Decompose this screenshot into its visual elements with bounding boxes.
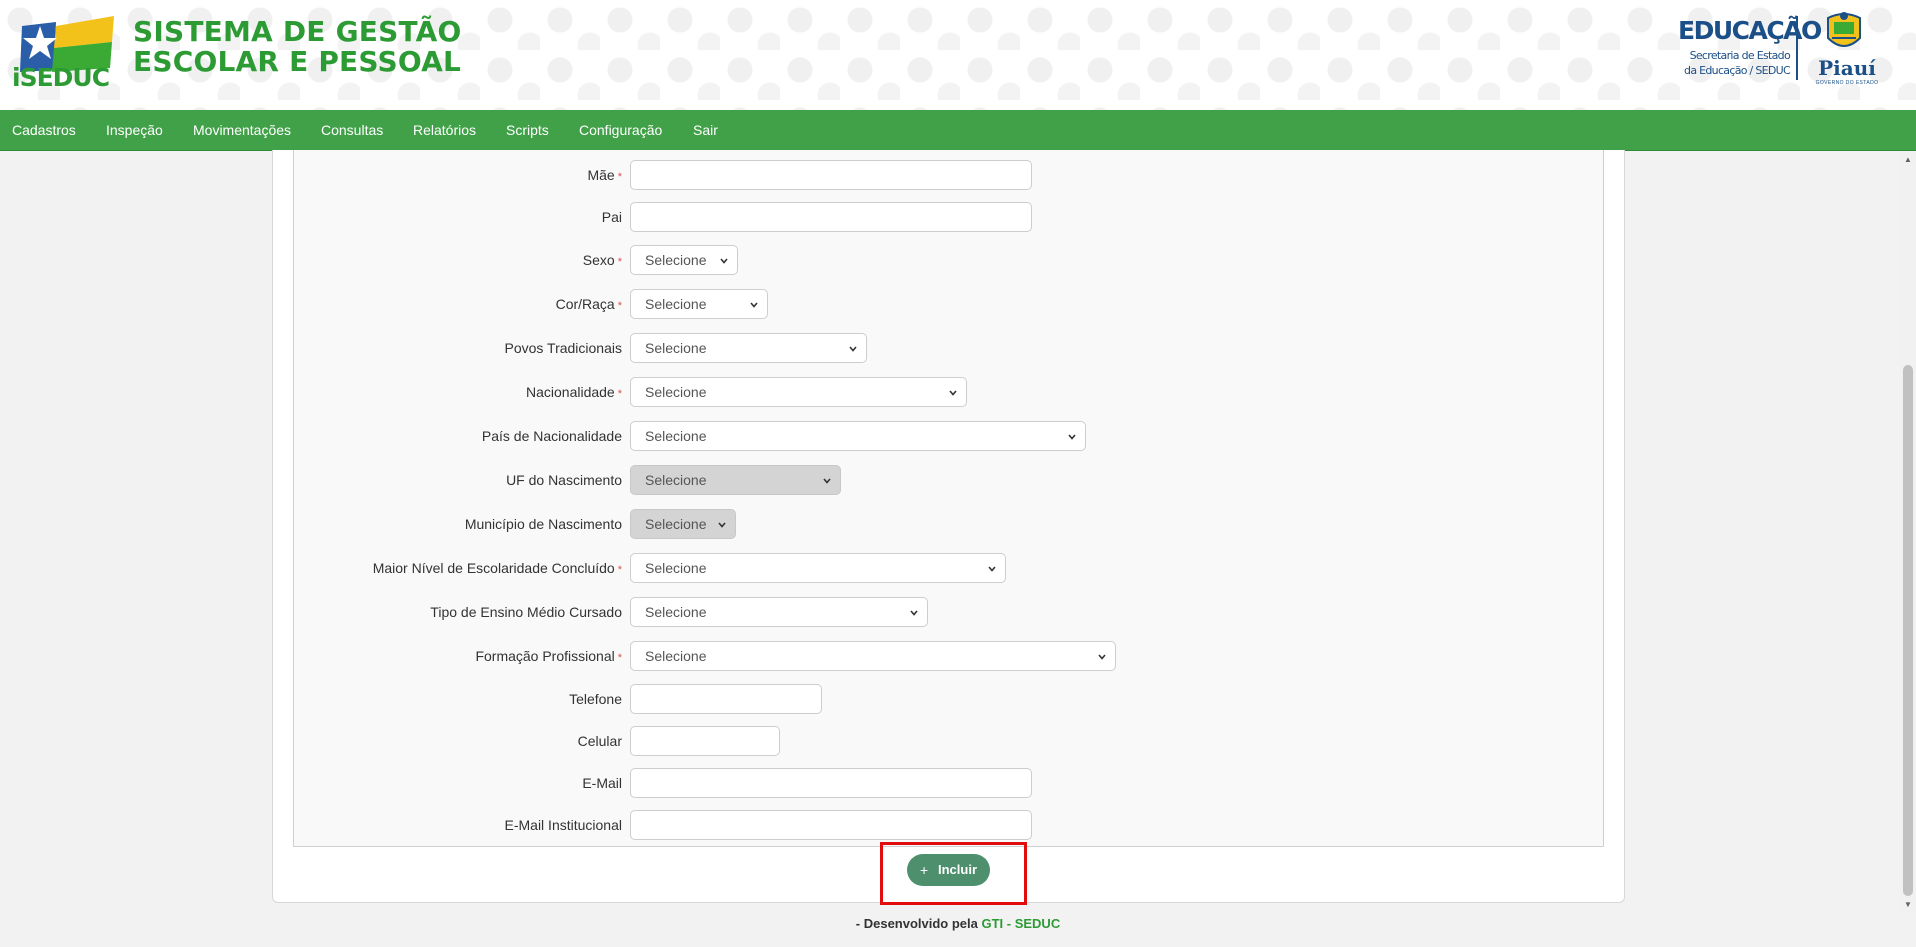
brand-government: GOVERNO DO ESTADO [1815, 80, 1879, 86]
incluir-button[interactable]: + Incluir [907, 854, 990, 886]
ensino-medio-select[interactable]: Selecione [630, 597, 928, 627]
brand-divider [1796, 16, 1798, 80]
chevron-down-icon [910, 610, 918, 616]
chevron-down-icon [750, 302, 758, 308]
mae-input[interactable] [630, 160, 1032, 190]
uf-nascimento-select: Selecione [630, 465, 841, 495]
municipio-nascimento-select: Selecione [630, 509, 736, 539]
label-email-institucional: E-Mail Institucional [504, 817, 623, 833]
chevron-down-icon [988, 566, 996, 572]
brand-subtitle: Secretaria de Estado da Educação / SEDUC [1678, 48, 1791, 78]
label-telefone: Telefone [569, 691, 622, 707]
chevron-down-icon [823, 478, 831, 484]
nav-item-configuracao[interactable]: Configuração [579, 110, 662, 150]
label-uf-nascimento: UF do Nascimento [506, 472, 622, 488]
label-pai: Pai [601, 209, 622, 225]
nav-item-sair[interactable]: Sair [693, 110, 718, 150]
telefone-input[interactable] [630, 684, 822, 714]
label-sexo: Sexo * [582, 252, 622, 268]
chevron-down-icon [1068, 434, 1076, 440]
label-celular: Celular [577, 733, 622, 749]
label-formacao-profissional: Formação Profissional * [475, 648, 622, 664]
formacao-profissional-select[interactable]: Selecione [630, 641, 1116, 671]
state-crest-icon [1827, 12, 1861, 47]
cor-raca-select[interactable]: Selecione [630, 289, 768, 319]
incluir-button-label: Incluir [938, 862, 978, 877]
nav-item-consultas[interactable]: Consultas [321, 110, 383, 150]
brand-education: EDUCAÇÃO [1678, 16, 1822, 45]
chevron-down-icon [949, 390, 957, 396]
brand-subtitle-line1: Secretaria de Estado [1689, 49, 1791, 62]
chevron-down-icon [849, 346, 857, 352]
sexo-select[interactable]: Selecione [630, 245, 738, 275]
chevron-down-icon [1098, 654, 1106, 660]
email-institucional-input[interactable] [630, 810, 1032, 840]
label-nacionalidade: Nacionalidade * [525, 384, 622, 400]
iseduc-logo: iSEDUC [12, 16, 114, 88]
nacionalidade-select[interactable]: Selecione [630, 377, 967, 407]
email-input[interactable] [630, 768, 1032, 798]
scroll-up-arrow-icon[interactable]: ▲ [1903, 155, 1913, 165]
app-title-line1: SISTEMA DE GESTÃO [133, 15, 462, 48]
label-email: E-Mail [582, 775, 622, 791]
seduc-brand: EDUCAÇÃO Secretaria de Estado da Educaçã… [1678, 8, 1890, 86]
label-mae: Mãe * [587, 167, 622, 183]
label-ensino-medio: Tipo de Ensino Médio Cursado [430, 604, 622, 620]
celular-input[interactable] [630, 726, 780, 756]
app-title-line2: ESCOLAR E PESSOAL [133, 45, 462, 78]
brand-state: Piauí [1818, 56, 1876, 80]
escolaridade-select[interactable]: Selecione [630, 553, 1006, 583]
povos-tradicionais-select[interactable]: Selecione [630, 333, 867, 363]
nav-item-inspecao[interactable]: Inspeção [106, 110, 163, 150]
label-escolaridade: Maior Nível de Escolaridade Concluído * [372, 560, 622, 576]
chevron-down-icon [718, 522, 726, 528]
footer: - Desenvolvido pela GTI - SEDUC [0, 912, 1916, 936]
pais-nacionalidade-select[interactable]: Selecione [630, 421, 1086, 451]
scroll-down-arrow-icon[interactable]: ▼ [1903, 900, 1913, 910]
label-cor-raca: Cor/Raça * [555, 296, 622, 312]
nav-item-movimentacoes[interactable]: Movimentações [193, 110, 291, 150]
scrollbar-thumb[interactable] [1903, 365, 1913, 896]
label-municipio-nascimento: Município de Nascimento [464, 516, 622, 532]
pai-input[interactable] [630, 202, 1032, 232]
label-pais-nacionalidade: País de Nacionalidade [481, 428, 622, 444]
label-povos-tradicionais: Povos Tradicionais [504, 340, 622, 356]
plus-icon: + [920, 862, 929, 878]
app-title: SISTEMA DE GESTÃO ESCOLAR E PESSOAL [133, 17, 461, 77]
header: iSEDUC SISTEMA DE GESTÃO ESCOLAR E PESSO… [0, 0, 1916, 110]
brand-subtitle-line2: da Educação / SEDUC [1684, 64, 1791, 77]
nav-item-cadastros[interactable]: Cadastros [12, 110, 76, 150]
main-nav: Cadastros Inspeção Movimentações Consult… [0, 110, 1916, 151]
svg-text:iSEDUC: iSEDUC [12, 63, 109, 88]
chevron-down-icon [720, 258, 728, 264]
nav-item-relatorios[interactable]: Relatórios [413, 110, 476, 150]
footer-gti-link: GTI - SEDUC [981, 916, 1061, 931]
nav-item-scripts[interactable]: Scripts [506, 110, 549, 150]
footer-prefix: - Desenvolvido pela [855, 916, 982, 931]
